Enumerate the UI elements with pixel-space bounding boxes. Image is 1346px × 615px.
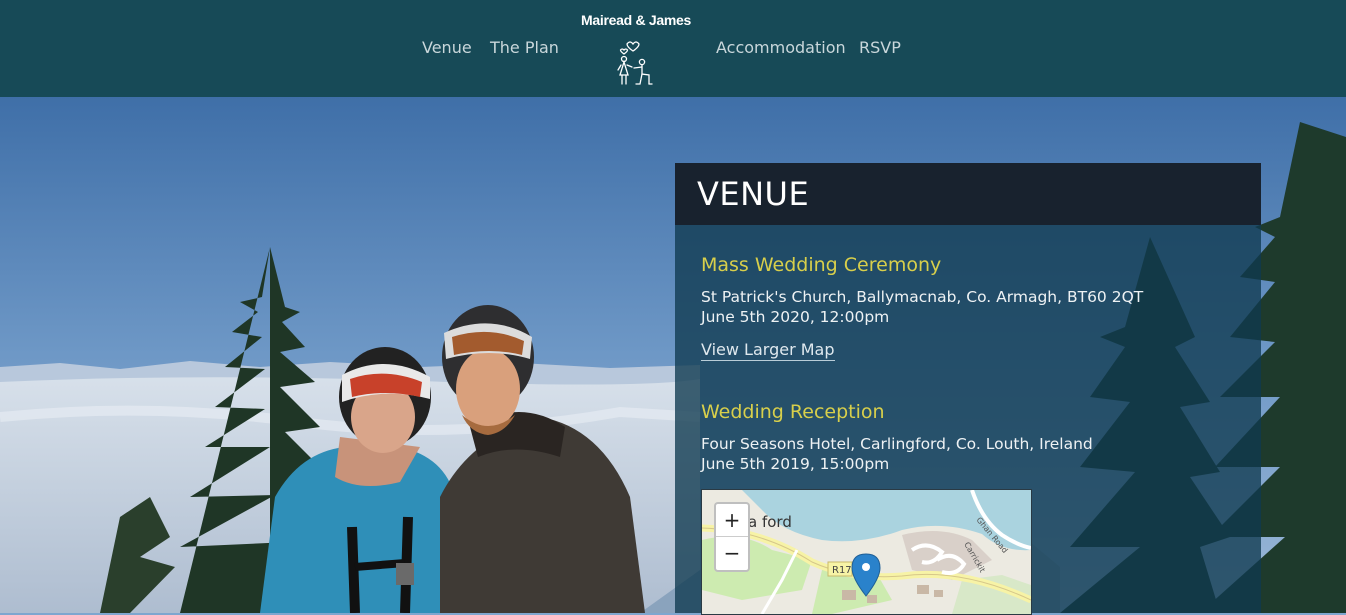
venue-panel-header: VENUE — [675, 163, 1261, 225]
zoom-in-button[interactable]: + — [716, 504, 748, 537]
nav-venue[interactable]: Venue — [422, 38, 472, 57]
ceremony-title: Mass Wedding Ceremony — [701, 254, 942, 276]
map-road-label: R17 — [832, 565, 852, 576]
view-larger-map-link[interactable]: View Larger Map — [701, 340, 835, 361]
map-place-label: a ford — [748, 513, 792, 531]
ceremony-address: St Patrick's Church, Ballymacnab, Co. Ar… — [701, 288, 1144, 306]
nav-the-plan[interactable]: The Plan — [490, 38, 559, 57]
reception-title: Wedding Reception — [701, 401, 885, 423]
nav-accommodation[interactable]: Accommodation — [716, 38, 846, 57]
reception-datetime: June 5th 2019, 15:00pm — [701, 455, 890, 473]
couple-proposal-icon[interactable] — [612, 38, 658, 86]
zoom-out-button[interactable]: − — [716, 537, 748, 569]
site-header: Mairead & James Venue The Plan Accommoda… — [0, 0, 1346, 97]
venue-panel: VENUE Mass Wedding Ceremony St Patrick's… — [675, 163, 1261, 615]
map-zoom-control: + − — [714, 502, 750, 572]
ceremony-datetime: June 5th 2020, 12:00pm — [701, 308, 890, 326]
reception-map[interactable]: R17 Ghan Road Carrickit a ford + − — [701, 489, 1032, 615]
reception-address: Four Seasons Hotel, Carlingford, Co. Lou… — [701, 435, 1093, 453]
site-brand[interactable]: Mairead & James — [576, 12, 696, 28]
nav-rsvp[interactable]: RSVP — [859, 38, 901, 57]
venue-heading: VENUE — [697, 175, 810, 213]
